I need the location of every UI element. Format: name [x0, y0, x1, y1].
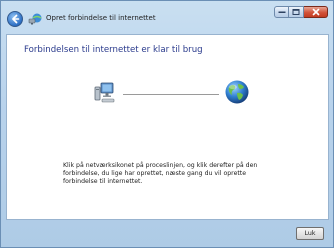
- computer-icon: [94, 82, 115, 103]
- connection-line: [123, 94, 219, 95]
- close-button[interactable]: Luk: [296, 227, 324, 240]
- wizard-content: Forbindelsen til internettet er klar til…: [6, 34, 329, 220]
- back-button[interactable]: [7, 11, 23, 27]
- wizard-footer: Luk: [1, 220, 333, 247]
- title-bar: Opret forbindelse til internettet: [1, 1, 333, 34]
- minimize-icon: [278, 11, 285, 13]
- window-close-button[interactable]: [304, 6, 328, 18]
- maximize-icon: [292, 9, 300, 15]
- page-heading: Forbindelsen til internettet er klar til…: [24, 45, 203, 55]
- close-icon: [312, 8, 319, 16]
- network-wizard-icon: [28, 13, 42, 25]
- wizard-window: Opret forbindelse til internettet Forbin…: [0, 0, 334, 248]
- window-title: Opret forbindelse til internettet: [46, 14, 156, 22]
- back-arrow-icon: [12, 14, 20, 24]
- instruction-text: Klik på netværksikonet på proceslinjen, …: [63, 162, 258, 185]
- connection-status-graphic: [93, 79, 263, 109]
- minimize-button[interactable]: [274, 6, 289, 18]
- globe-icon: [225, 80, 249, 104]
- caption-buttons: [274, 6, 328, 18]
- maximize-button[interactable]: [289, 6, 304, 18]
